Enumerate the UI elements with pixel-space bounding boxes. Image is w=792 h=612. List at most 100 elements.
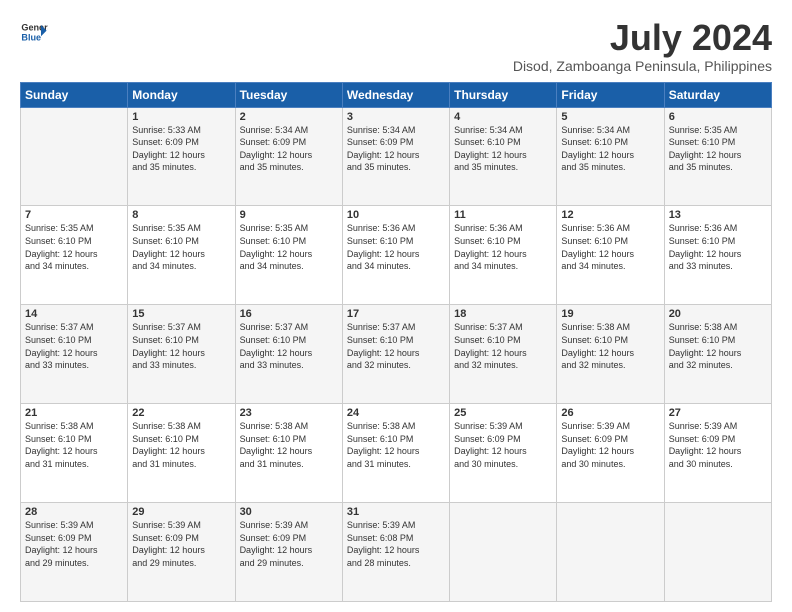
day-info: Sunrise: 5:39 AMSunset: 6:09 PMDaylight:… xyxy=(561,420,659,470)
table-row: 30Sunrise: 5:39 AMSunset: 6:09 PMDayligh… xyxy=(235,503,342,602)
day-number: 9 xyxy=(240,209,338,221)
table-row: 20Sunrise: 5:38 AMSunset: 6:10 PMDayligh… xyxy=(664,305,771,404)
day-number: 3 xyxy=(347,111,445,123)
day-info: Sunrise: 5:38 AMSunset: 6:10 PMDaylight:… xyxy=(132,420,230,470)
day-number: 22 xyxy=(132,407,230,419)
table-row xyxy=(557,503,664,602)
day-number: 16 xyxy=(240,308,338,320)
logo: General Blue xyxy=(20,18,48,46)
day-info: Sunrise: 5:38 AMSunset: 6:10 PMDaylight:… xyxy=(669,321,767,371)
day-number: 18 xyxy=(454,308,552,320)
calendar-week-row: 1Sunrise: 5:33 AMSunset: 6:09 PMDaylight… xyxy=(21,107,772,206)
day-number: 28 xyxy=(25,506,123,518)
calendar-table: Sunday Monday Tuesday Wednesday Thursday… xyxy=(20,82,772,602)
day-info: Sunrise: 5:36 AMSunset: 6:10 PMDaylight:… xyxy=(347,222,445,272)
logo-icon: General Blue xyxy=(20,18,48,46)
table-row: 7Sunrise: 5:35 AMSunset: 6:10 PMDaylight… xyxy=(21,206,128,305)
day-info: Sunrise: 5:35 AMSunset: 6:10 PMDaylight:… xyxy=(240,222,338,272)
day-info: Sunrise: 5:38 AMSunset: 6:10 PMDaylight:… xyxy=(347,420,445,470)
col-saturday: Saturday xyxy=(664,82,771,107)
day-number: 7 xyxy=(25,209,123,221)
table-row: 19Sunrise: 5:38 AMSunset: 6:10 PMDayligh… xyxy=(557,305,664,404)
day-info: Sunrise: 5:34 AMSunset: 6:09 PMDaylight:… xyxy=(347,124,445,174)
title-area: July 2024 Disod, Zamboanga Peninsula, Ph… xyxy=(513,18,772,74)
day-info: Sunrise: 5:35 AMSunset: 6:10 PMDaylight:… xyxy=(669,124,767,174)
day-number: 12 xyxy=(561,209,659,221)
svg-text:Blue: Blue xyxy=(21,32,41,42)
table-row: 27Sunrise: 5:39 AMSunset: 6:09 PMDayligh… xyxy=(664,404,771,503)
day-info: Sunrise: 5:38 AMSunset: 6:10 PMDaylight:… xyxy=(240,420,338,470)
table-row: 14Sunrise: 5:37 AMSunset: 6:10 PMDayligh… xyxy=(21,305,128,404)
table-row: 5Sunrise: 5:34 AMSunset: 6:10 PMDaylight… xyxy=(557,107,664,206)
day-info: Sunrise: 5:33 AMSunset: 6:09 PMDaylight:… xyxy=(132,124,230,174)
page: General Blue July 2024 Disod, Zamboanga … xyxy=(0,0,792,612)
day-info: Sunrise: 5:36 AMSunset: 6:10 PMDaylight:… xyxy=(454,222,552,272)
day-info: Sunrise: 5:39 AMSunset: 6:09 PMDaylight:… xyxy=(454,420,552,470)
day-number: 19 xyxy=(561,308,659,320)
table-row: 9Sunrise: 5:35 AMSunset: 6:10 PMDaylight… xyxy=(235,206,342,305)
subtitle: Disod, Zamboanga Peninsula, Philippines xyxy=(513,58,772,74)
table-row: 18Sunrise: 5:37 AMSunset: 6:10 PMDayligh… xyxy=(450,305,557,404)
calendar-header-row: Sunday Monday Tuesday Wednesday Thursday… xyxy=(21,82,772,107)
col-monday: Monday xyxy=(128,82,235,107)
day-number: 8 xyxy=(132,209,230,221)
day-info: Sunrise: 5:37 AMSunset: 6:10 PMDaylight:… xyxy=(25,321,123,371)
table-row: 23Sunrise: 5:38 AMSunset: 6:10 PMDayligh… xyxy=(235,404,342,503)
day-number: 2 xyxy=(240,111,338,123)
col-sunday: Sunday xyxy=(21,82,128,107)
day-number: 23 xyxy=(240,407,338,419)
table-row: 12Sunrise: 5:36 AMSunset: 6:10 PMDayligh… xyxy=(557,206,664,305)
day-number: 29 xyxy=(132,506,230,518)
table-row: 8Sunrise: 5:35 AMSunset: 6:10 PMDaylight… xyxy=(128,206,235,305)
table-row xyxy=(664,503,771,602)
day-info: Sunrise: 5:39 AMSunset: 6:09 PMDaylight:… xyxy=(240,519,338,569)
day-info: Sunrise: 5:39 AMSunset: 6:08 PMDaylight:… xyxy=(347,519,445,569)
day-info: Sunrise: 5:38 AMSunset: 6:10 PMDaylight:… xyxy=(25,420,123,470)
day-number: 10 xyxy=(347,209,445,221)
day-number: 6 xyxy=(669,111,767,123)
table-row xyxy=(21,107,128,206)
col-tuesday: Tuesday xyxy=(235,82,342,107)
day-number: 14 xyxy=(25,308,123,320)
table-row: 10Sunrise: 5:36 AMSunset: 6:10 PMDayligh… xyxy=(342,206,449,305)
day-number: 17 xyxy=(347,308,445,320)
table-row: 15Sunrise: 5:37 AMSunset: 6:10 PMDayligh… xyxy=(128,305,235,404)
col-wednesday: Wednesday xyxy=(342,82,449,107)
day-number: 31 xyxy=(347,506,445,518)
day-number: 30 xyxy=(240,506,338,518)
day-number: 15 xyxy=(132,308,230,320)
day-number: 25 xyxy=(454,407,552,419)
day-info: Sunrise: 5:39 AMSunset: 6:09 PMDaylight:… xyxy=(25,519,123,569)
day-number: 5 xyxy=(561,111,659,123)
calendar-week-row: 14Sunrise: 5:37 AMSunset: 6:10 PMDayligh… xyxy=(21,305,772,404)
table-row: 4Sunrise: 5:34 AMSunset: 6:10 PMDaylight… xyxy=(450,107,557,206)
table-row: 31Sunrise: 5:39 AMSunset: 6:08 PMDayligh… xyxy=(342,503,449,602)
day-info: Sunrise: 5:39 AMSunset: 6:09 PMDaylight:… xyxy=(669,420,767,470)
table-row: 3Sunrise: 5:34 AMSunset: 6:09 PMDaylight… xyxy=(342,107,449,206)
day-info: Sunrise: 5:38 AMSunset: 6:10 PMDaylight:… xyxy=(561,321,659,371)
table-row: 17Sunrise: 5:37 AMSunset: 6:10 PMDayligh… xyxy=(342,305,449,404)
day-info: Sunrise: 5:37 AMSunset: 6:10 PMDaylight:… xyxy=(132,321,230,371)
day-info: Sunrise: 5:34 AMSunset: 6:10 PMDaylight:… xyxy=(561,124,659,174)
day-number: 1 xyxy=(132,111,230,123)
header: General Blue July 2024 Disod, Zamboanga … xyxy=(20,18,772,74)
col-friday: Friday xyxy=(557,82,664,107)
day-info: Sunrise: 5:34 AMSunset: 6:09 PMDaylight:… xyxy=(240,124,338,174)
table-row: 6Sunrise: 5:35 AMSunset: 6:10 PMDaylight… xyxy=(664,107,771,206)
day-number: 27 xyxy=(669,407,767,419)
table-row: 11Sunrise: 5:36 AMSunset: 6:10 PMDayligh… xyxy=(450,206,557,305)
day-info: Sunrise: 5:35 AMSunset: 6:10 PMDaylight:… xyxy=(132,222,230,272)
calendar-week-row: 7 Sunrise: 5:35 AMSunset: 6:10 PMDaylight… xyxy=(21,206,772,305)
col-thursday: Thursday xyxy=(450,82,557,107)
calendar-week-row: 21Sunrise: 5:38 AMSunset: 6:10 PMDayligh… xyxy=(21,404,772,503)
table-row: 2Sunrise: 5:34 AMSunset: 6:09 PMDaylight… xyxy=(235,107,342,206)
day-number: 26 xyxy=(561,407,659,419)
day-info: Sunrise: 5:34 AMSunset: 6:10 PMDaylight:… xyxy=(454,124,552,174)
calendar-week-row: 28Sunrise: 5:39 AMSunset: 6:09 PMDayligh… xyxy=(21,503,772,602)
day-number: 4 xyxy=(454,111,552,123)
day-number: 24 xyxy=(347,407,445,419)
day-info: Sunrise: 5:36 AMSunset: 6:10 PMDaylight:… xyxy=(669,222,767,272)
day-number: 13 xyxy=(669,209,767,221)
day-info: Sunrise: 5:36 AMSunset: 6:10 PMDaylight:… xyxy=(561,222,659,272)
table-row: 24Sunrise: 5:38 AMSunset: 6:10 PMDayligh… xyxy=(342,404,449,503)
